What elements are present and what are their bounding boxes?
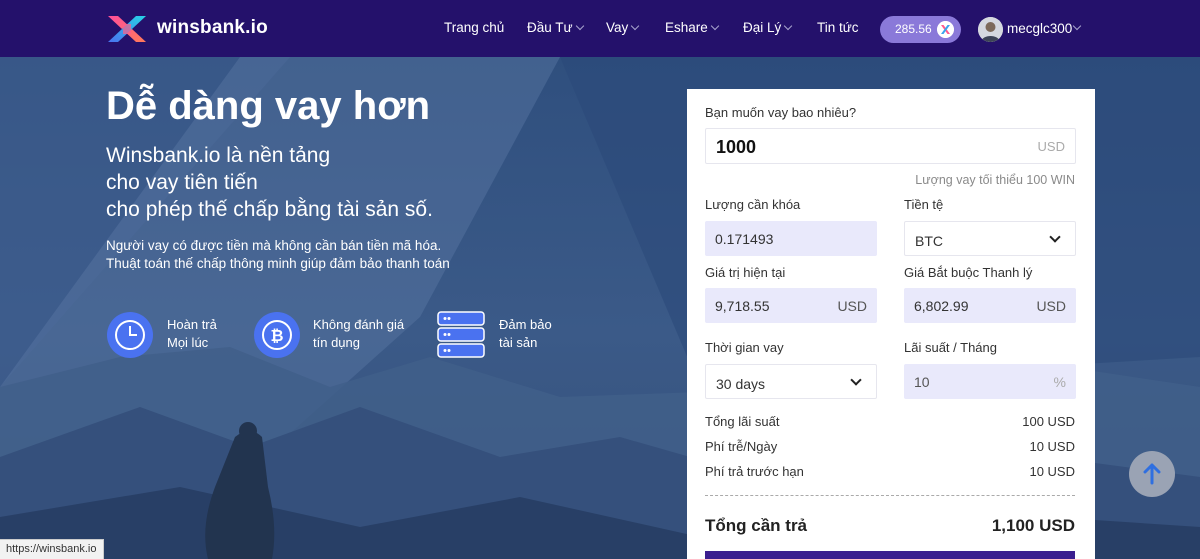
hero-subtitle-line: cho vay tiên tiến (106, 171, 258, 194)
chevron-down-icon (575, 21, 584, 31)
avatar-icon (978, 17, 1003, 42)
chevron-down-icon (784, 21, 793, 31)
nav-item-agent[interactable]: Đại Lý (743, 20, 793, 35)
nav-item-label: Đầu Tư (527, 20, 573, 35)
feature-line: Không đánh giá (313, 317, 405, 332)
current-value-label: Giá trị hiện tại (705, 265, 786, 280)
interest-rate-unit: % (1053, 374, 1066, 390)
liquidation-price-field: 6,802.99 USD (904, 288, 1076, 323)
nav-item-eshare[interactable]: Eshare (665, 20, 720, 35)
chevron-down-icon (850, 374, 862, 386)
total-repay-label: Tổng cần trả (705, 516, 808, 535)
feature-line: tài sản (499, 335, 538, 350)
nav-item-home[interactable]: Trang chủ (444, 20, 504, 35)
currency-label: Tiền tệ (904, 197, 944, 212)
nav-item-label: Trang chủ (444, 20, 505, 35)
interest-rate-value: 10 (914, 374, 930, 390)
token-icon (937, 21, 954, 38)
loan-amount-value: 1000 (716, 137, 757, 157)
interest-rate-label: Lãi suất / Tháng (904, 340, 997, 355)
lock-amount-label: Lượng cần khóa (705, 197, 801, 212)
total-interest-value: 100 USD (1022, 414, 1075, 429)
nav-item-label: Eshare (665, 20, 708, 35)
interest-rate-field: 10 % (904, 364, 1076, 399)
scroll-to-top-button[interactable] (1129, 451, 1175, 497)
feature-line: Hoàn trả (167, 317, 217, 332)
feature-text: Không đánh giá tín dụng (313, 316, 404, 352)
liquidation-price-value: 6,802.99 (914, 298, 969, 314)
chevron-down-icon[interactable] (1072, 21, 1082, 31)
feature-line: Mọi lúc (167, 335, 209, 350)
late-fee-value: 10 USD (1029, 439, 1075, 454)
liquidation-price-unit: USD (1036, 298, 1066, 314)
feature-line: Đảm bảo (499, 317, 552, 332)
wallet-balance-button[interactable]: 285.56 (880, 16, 961, 43)
top-navbar: winsbank.io Trang chủ Đầu Tư Vay Eshare … (0, 0, 1200, 57)
hero-description-line: Người vay có được tiền mà không cần bán … (106, 238, 442, 253)
bitcoin-icon: ₿ (254, 312, 300, 358)
feature-line: tín dụng (313, 335, 360, 350)
nav-item-news[interactable]: Tin tức (817, 20, 859, 35)
minimum-loan-note: Lượng vay tối thiểu 100 WIN (915, 173, 1075, 187)
loan-amount-unit: USD (1037, 139, 1065, 154)
loan-calculator-card: Bạn muốn vay bao nhiêu? 1000 USD Lượng v… (687, 89, 1095, 559)
hero-title: Dễ dàng vay hơn (106, 84, 431, 128)
winsbank-logo-icon[interactable] (106, 14, 148, 44)
current-value-field: 9,718.55 USD (705, 288, 877, 323)
hero-subtitle-line: cho phép thế chấp bằng tài sản số. (106, 198, 433, 221)
late-fee-label: Phí trễ/Ngày (705, 439, 778, 454)
liquidation-price-label: Giá Bắt buộc Thanh lý (904, 265, 1033, 280)
currency-value: BTC (915, 233, 943, 249)
feature-text: Hoàn trả Mọi lúc (167, 316, 217, 352)
loan-term-value: 30 days (716, 376, 766, 392)
hero-subtitle-line: Winsbank.io là nền tảng (106, 144, 331, 167)
nav-item-label: Đại Lý (743, 20, 782, 35)
amount-label: Bạn muốn vay bao nhiêu? (705, 105, 857, 120)
nav-item-label: Vay (606, 20, 629, 35)
chevron-down-icon (631, 21, 640, 31)
brand-name[interactable]: winsbank.io (157, 17, 268, 39)
nav-item-loan[interactable]: Vay (606, 20, 640, 35)
username[interactable]: mecglc300 (1007, 21, 1072, 36)
nav-item-invest[interactable]: Đầu Tư (527, 20, 584, 35)
svg-text:₿: ₿ (270, 326, 283, 345)
prepayment-fee-label: Phí trả trước hạn (705, 464, 804, 479)
prepayment-fee-value: 10 USD (1029, 464, 1075, 479)
wallet-balance: 285.56 (895, 22, 932, 36)
currency-select[interactable]: BTC (904, 221, 1076, 256)
chevron-down-icon (1049, 231, 1061, 243)
total-repay-value: 1,100 USD (991, 516, 1075, 535)
loan-amount-input[interactable]: 1000 USD (705, 128, 1076, 164)
server-icon (437, 311, 485, 358)
lock-amount-value: 0.171493 (715, 231, 774, 247)
feature-text: Đảm bảo tài sản (499, 316, 552, 352)
lock-amount-field: 0.171493 (705, 221, 877, 256)
status-bar-url: https://winsbank.io (0, 539, 104, 559)
submit-button[interactable] (705, 551, 1075, 559)
loan-term-label: Thời gian vay (705, 340, 784, 355)
user-avatar[interactable] (978, 17, 1003, 42)
nav-item-label: Tin tức (817, 20, 859, 35)
clock-icon (107, 312, 153, 358)
current-value: 9,718.55 (715, 298, 770, 314)
hero-description-line: Thuật toán thế chấp thông minh giúp đảm … (106, 256, 450, 271)
divider (705, 495, 1075, 496)
total-interest-label: Tổng lãi suất (705, 414, 780, 429)
current-value-unit: USD (837, 298, 867, 314)
arrow-up-icon (1143, 463, 1161, 485)
chevron-down-icon (710, 21, 720, 31)
loan-term-select[interactable]: 30 days (705, 364, 877, 399)
